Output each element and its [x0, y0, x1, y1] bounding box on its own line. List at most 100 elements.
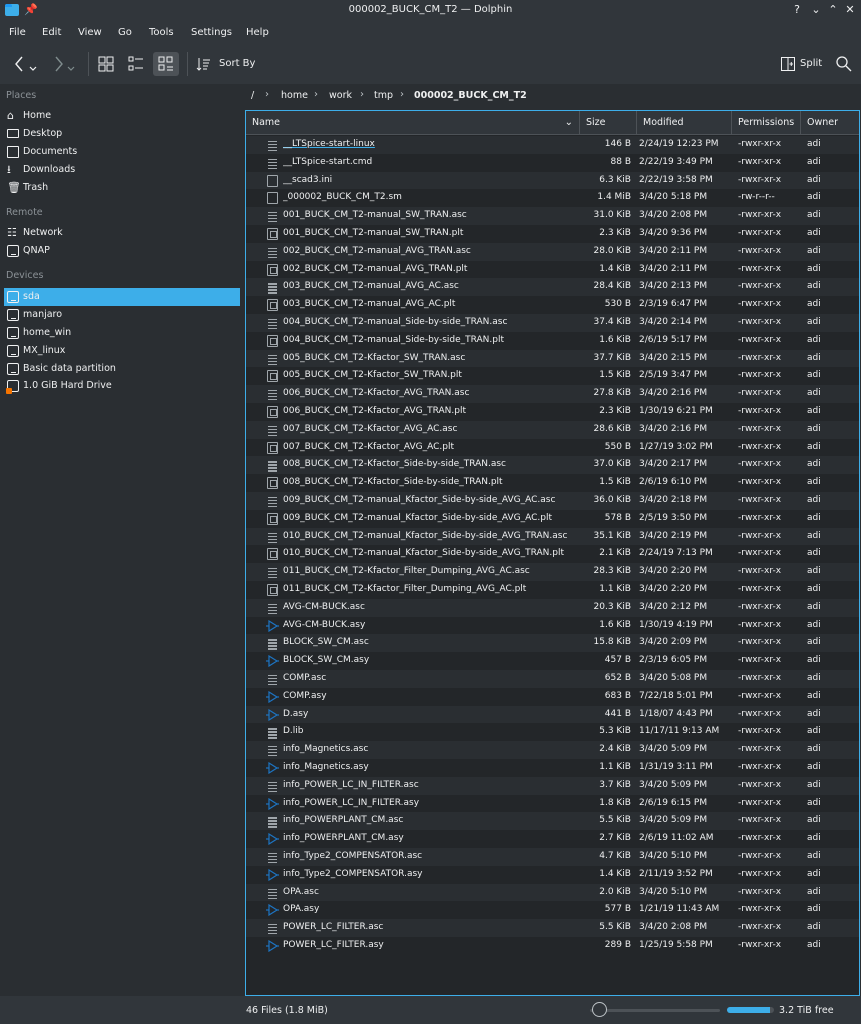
column-permissions[interactable]: Permissions [732, 111, 801, 135]
maximize-button[interactable]: ⌃ [825, 2, 841, 18]
file-row[interactable]: 007_BUCK_CM_T2-Kfactor_AVG_AC.plt 550 B 1/… [246, 438, 859, 457]
breadcrumb-tmp[interactable]: tmp [374, 90, 393, 101]
file-row[interactable]: 010_BUCK_CM_T2-manual_Kfactor_Side-by-si… [246, 527, 859, 546]
breadcrumb-current[interactable]: 000002_BUCK_CM_T2 [414, 90, 527, 101]
breadcrumb-root[interactable]: / [251, 90, 254, 101]
text-file-icon [267, 353, 278, 365]
file-row[interactable]: info_Magnetics.asc 2.4 KiB 3/4/20 5:09 PM -… [246, 741, 859, 759]
free-space-label[interactable]: 3.2 TiB free [779, 1005, 834, 1016]
close-button[interactable]: ✕ [842, 2, 858, 18]
home-icon: ⌂ [7, 109, 14, 122]
file-row[interactable]: 005_BUCK_CM_T2-Kfactor_SW_TRAN.asc 37.7 K… [246, 349, 859, 368]
menu-help[interactable]: Help [246, 27, 269, 38]
file-row[interactable]: 004_BUCK_CM_T2-manual_Side-by-side_TRAN.… [246, 314, 859, 332]
file-row[interactable]: D.asy 441 B 1/18/07 4:43 PM -rwxr-xr-x adi [246, 705, 859, 724]
menu-tools[interactable]: Tools [149, 27, 174, 38]
sidebar-item-network[interactable]: ☷ Network [4, 224, 240, 242]
zoom-slider[interactable] [590, 1009, 720, 1012]
file-row[interactable]: 004_BUCK_CM_T2-manual_Side-by-side_TRAN.… [246, 331, 859, 350]
file-row[interactable]: 001_BUCK_CM_T2-manual_SW_TRAN.asc 31.0 Ki… [246, 207, 859, 225]
sidebar-item-mx-linux[interactable]: MX_linux [4, 342, 240, 360]
split-button[interactable]: Split [778, 52, 824, 76]
file-row[interactable]: 008_BUCK_CM_T2-Kfactor_Side-by-side_TRAN… [246, 456, 859, 475]
column-size[interactable]: Size [580, 111, 637, 135]
file-row[interactable]: info_POWER_LC_IN_FILTER.asc 3.7 KiB 3/4/20… [246, 776, 859, 795]
sidebar-item-hard-drive[interactable]: 1.0 GiB Hard Drive [4, 377, 240, 395]
file-row[interactable]: COMP.asy 683 B 7/22/18 5:01 PM -rwxr-xr-x ad… [246, 687, 859, 706]
back-button[interactable] [8, 52, 42, 76]
sidebar-item-manjaro[interactable]: manjaro [4, 306, 240, 324]
forward-button[interactable] [48, 52, 82, 76]
column-modified[interactable]: Modified [637, 111, 732, 135]
file-row[interactable]: AVG-CM-BUCK.asy 1.6 KiB 1/30/19 4:19 PM -rw… [246, 616, 859, 635]
search-icon [836, 56, 852, 72]
file-row[interactable]: info_POWERPLANT_CM.asy 2.7 KiB 2/6/19 11:0… [246, 830, 859, 848]
menu-view[interactable]: View [78, 27, 102, 38]
file-row[interactable]: 007_BUCK_CM_T2-Kfactor_AVG_AC.asc 28.6 Ki… [246, 420, 859, 439]
file-row[interactable]: info_POWERPLANT_CM.asc 5.5 KiB 3/4/20 5:09… [246, 812, 859, 831]
file-row[interactable]: __LTSpice-start-linux 146 B 2/24/19 12:23 … [246, 136, 859, 154]
chevron-right-icon: › [314, 89, 318, 100]
search-button[interactable] [832, 52, 856, 76]
file-row[interactable]: COMP.asc 652 B 3/4/20 5:08 PM -rwxr-xr-x adi [246, 670, 859, 688]
icons-view-button[interactable] [94, 52, 118, 76]
sort-by-button[interactable]: Sort By [194, 52, 256, 76]
file-row[interactable]: D.lib 5.3 KiB 11/17/11 9:13 AM -rwxr-xr-x ad… [246, 723, 859, 742]
minimize-button[interactable]: ⌄ [808, 2, 824, 18]
menu-edit[interactable]: Edit [42, 27, 61, 38]
sidebar-item-downloads[interactable]: ⭳ Downloads [4, 161, 240, 179]
column-owner[interactable]: Owner [801, 111, 859, 135]
sidebar-item-sda[interactable]: sda [4, 288, 240, 306]
file-row[interactable]: info_POWER_LC_IN_FILTER.asy 1.8 KiB 2/6/19… [246, 794, 859, 813]
menu-go[interactable]: Go [118, 27, 132, 38]
sidebar-item-home-win[interactable]: home_win [4, 324, 240, 342]
compact-view-button[interactable] [124, 52, 148, 76]
file-permissions: -rwxr-xr-x [738, 619, 782, 630]
file-permissions: -rwxr-xr-x [738, 940, 782, 950]
file-row[interactable]: 006_BUCK_CM_T2-Kfactor_AVG_TRAN.asc 27.8 … [246, 385, 859, 403]
breadcrumb-home[interactable]: home [281, 90, 308, 101]
sidebar-item-desktop[interactable]: Desktop [4, 125, 240, 143]
file-row[interactable]: info_Type2_COMPENSATOR.asy 1.4 KiB 2/11/19… [246, 865, 859, 884]
file-row[interactable]: 005_BUCK_CM_T2-Kfactor_SW_TRAN.plt 1.5 Ki… [246, 367, 859, 386]
file-row[interactable]: 011_BUCK_CM_T2-Kfactor_Filter_Dumping_AV… [246, 581, 859, 599]
menu-settings[interactable]: Settings [191, 27, 232, 38]
sidebar-item-qnap[interactable]: QNAP [4, 242, 240, 260]
file-row[interactable]: POWER_LC_FILTER.asc 5.5 KiB 3/4/20 2:08 PM… [246, 919, 859, 937]
file-row[interactable]: info_Magnetics.asy 1.1 KiB 1/31/19 3:11 PM… [246, 759, 859, 777]
sidebar-item-trash[interactable]: 🗑 Trash [4, 179, 240, 197]
file-row[interactable]: OPA.asy 577 B 1/21/19 11:43 AM -rwxr-xr-x ad… [246, 901, 859, 920]
file-row[interactable]: __scad3.ini 6.3 KiB 2/22/19 3:58 PM -rwxr-x… [246, 171, 859, 190]
file-row[interactable]: info_Type2_COMPENSATOR.asc 4.7 KiB 3/4/20 … [246, 848, 859, 866]
file-row[interactable]: 002_BUCK_CM_T2-manual_AVG_TRAN.asc 28.0 K… [246, 242, 859, 261]
file-row[interactable]: 006_BUCK_CM_T2-Kfactor_AVG_TRAN.plt 2.3 K… [246, 403, 859, 421]
file-row[interactable]: _000002_BUCK_CM_T2.sm 1.4 MiB 3/4/20 5:18 … [246, 189, 859, 208]
column-name[interactable]: Name ⌄ [246, 111, 580, 135]
file-row[interactable]: 002_BUCK_CM_T2-manual_AVG_TRAN.plt 1.4 Ki… [246, 260, 859, 279]
sidebar-item-basic-data-partition[interactable]: Basic data partition [4, 360, 240, 378]
chevron-right-icon: › [265, 89, 269, 100]
text-file-icon [267, 531, 278, 543]
menu-file[interactable]: File [9, 27, 26, 38]
file-row[interactable]: OPA.asc 2.0 KiB 3/4/20 5:10 PM -rwxr-xr-x ad… [246, 883, 859, 902]
file-row[interactable]: BLOCK_SW_CM.asc 15.8 KiB 3/4/20 2:09 PM -rw… [246, 634, 859, 653]
file-row[interactable]: __LTSpice-start.cmd 88 B 2/22/19 3:49 PM -r… [246, 153, 859, 172]
sidebar-item-home[interactable]: ⌂ Home [4, 107, 240, 125]
breadcrumb-work[interactable]: work [329, 90, 352, 101]
file-row[interactable]: POWER_LC_FILTER.asy 289 B 1/25/19 5:58 PM -… [246, 937, 859, 955]
file-row[interactable]: 011_BUCK_CM_T2-Kfactor_Filter_Dumping_AV… [246, 563, 859, 581]
file-row[interactable]: 003_BUCK_CM_T2-manual_AVG_AC.asc 28.4 KiB… [246, 278, 859, 297]
help-button[interactable]: ? [789, 2, 805, 18]
file-row[interactable]: 008_BUCK_CM_T2-Kfactor_Side-by-side_TRAN… [246, 474, 859, 492]
file-row[interactable]: 009_BUCK_CM_T2-manual_Kfactor_Side-by-si… [246, 492, 859, 510]
zoom-slider-handle[interactable] [592, 1002, 607, 1017]
details-view-button[interactable] [153, 52, 179, 76]
file-row[interactable]: AVG-CM-BUCK.asc 20.3 KiB 3/4/20 2:12 PM -rw… [246, 598, 859, 617]
file-row[interactable]: 003_BUCK_CM_T2-manual_AVG_AC.plt 530 B 2/3… [246, 296, 859, 314]
file-row[interactable]: BLOCK_SW_CM.asy 457 B 2/3/19 6:05 PM -rwxr-… [246, 652, 859, 670]
file-view[interactable]: Name ⌄ Size Modified Permissions Owner _… [245, 110, 860, 996]
file-row[interactable]: 001_BUCK_CM_T2-manual_SW_TRAN.plt 2.3 KiB… [246, 225, 859, 243]
file-row[interactable]: 009_BUCK_CM_T2-manual_Kfactor_Side-by-si… [246, 509, 859, 528]
file-row[interactable]: 010_BUCK_CM_T2-manual_Kfactor_Side-by-si… [246, 545, 859, 564]
sidebar-item-documents[interactable]: Documents [4, 143, 240, 161]
